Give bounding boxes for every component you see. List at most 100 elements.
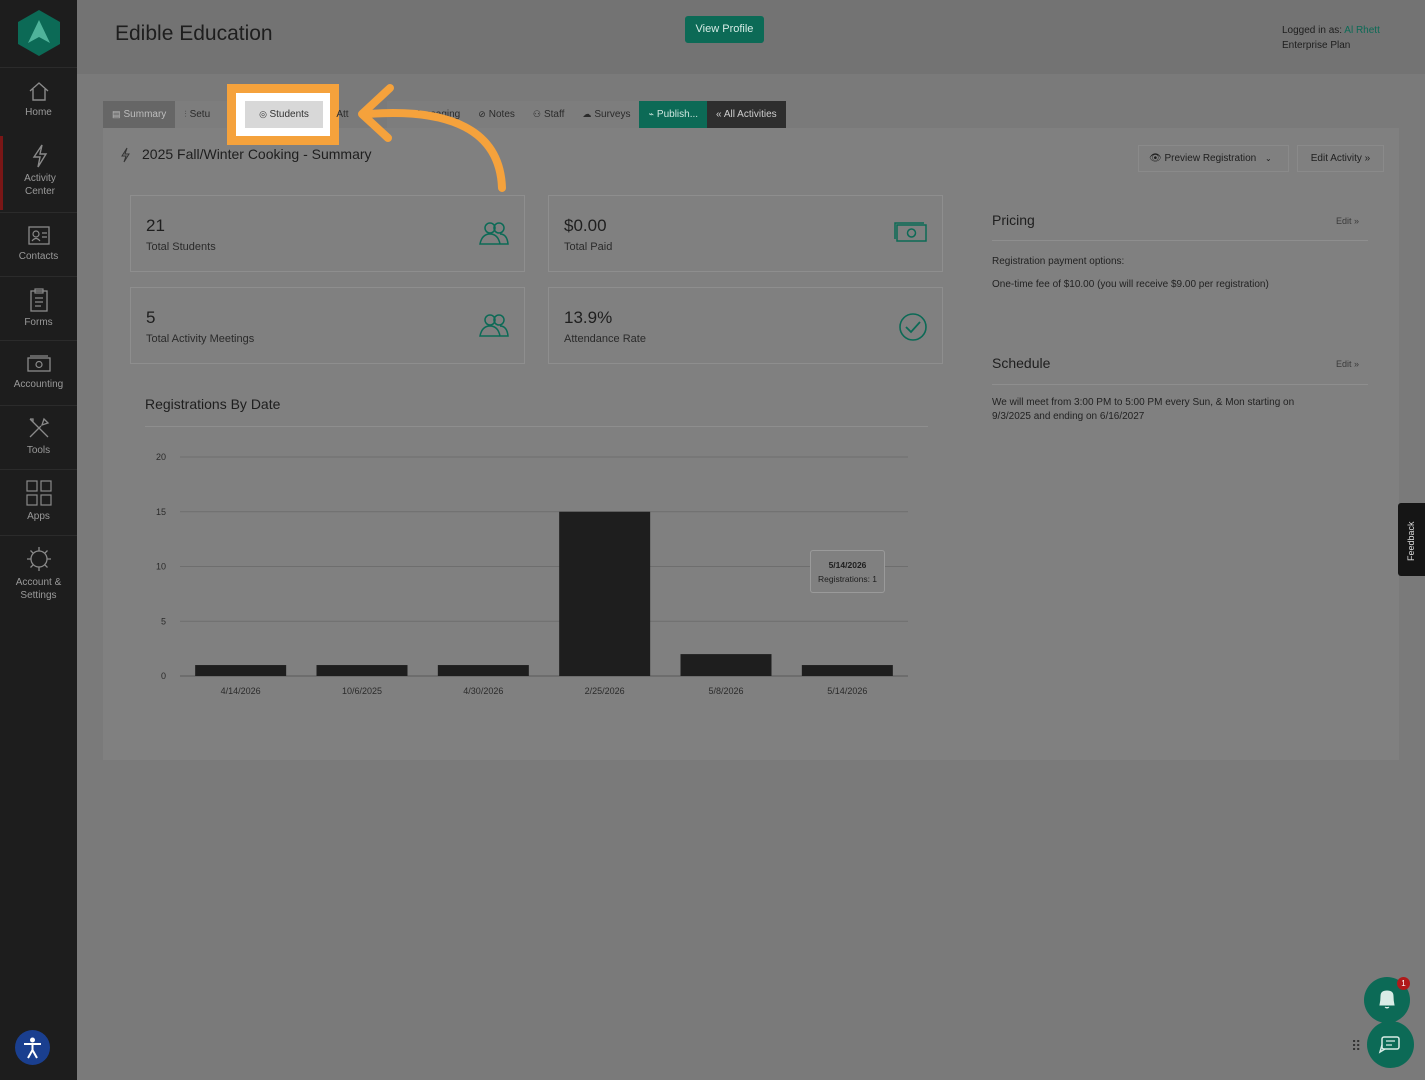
y-tick-label: 0 [161, 671, 166, 681]
logo-icon[interactable] [18, 10, 60, 56]
divider [992, 240, 1368, 241]
stat-card: 21 Total Students [130, 195, 525, 272]
bolt-icon [121, 147, 130, 163]
tools-icon [29, 417, 49, 438]
registrations-chart: 0 5 10 15 20 4/14/2026 10/6/2025 4/30/2026 2/25/… [156, 452, 908, 696]
pricing-title: Pricing [992, 212, 1035, 228]
surveys-icon: ☁ [582, 109, 592, 119]
y-tick-label: 10 [156, 562, 166, 572]
stat-value: 21 [146, 216, 165, 235]
sidebar-item-forms[interactable]: Forms [0, 288, 77, 329]
stat-value: 5 [146, 308, 156, 327]
arrow-annotation-icon [358, 84, 506, 192]
edit-activity-button[interactable]: Edit Activity » [1297, 145, 1384, 172]
chart-bar[interactable] [559, 511, 651, 676]
tab-summary[interactable]: ▤ Summary [103, 101, 176, 128]
tab-setup[interactable]: ⫶ Setu [175, 101, 228, 128]
pricing-edit-link[interactable]: Edit » [1336, 216, 1359, 226]
chart-bar[interactable] [801, 665, 893, 676]
x-tick-label: 4/14/2026 [221, 686, 261, 696]
stat-label: Total Activity Meetings [146, 333, 255, 345]
drag-handle-icon[interactable]: ⠿ [1351, 1038, 1361, 1055]
tab-students[interactable]: ◎ Students [245, 101, 323, 128]
sidebar-item-accounting[interactable]: Accounting [0, 354, 77, 391]
chart-bar[interactable] [680, 654, 772, 676]
chat-button[interactable] [1367, 1021, 1414, 1068]
setup-icon: ⫶ [184, 109, 187, 119]
home-icon [29, 82, 48, 101]
y-tick-label: 15 [156, 507, 166, 517]
sidebar-item-label: Apps [27, 511, 50, 522]
schedule-line-1: We will meet from 3:00 PM to 5:00 PM eve… [992, 397, 1295, 408]
activity-title: 2025 Fall/Winter Cooking - Summary [142, 146, 372, 162]
chart-bar[interactable] [195, 665, 287, 676]
x-tick-label: 5/14/2026 [827, 686, 867, 696]
chart-bar[interactable] [437, 665, 529, 676]
accessibility-button[interactable] [15, 1030, 50, 1065]
y-tick-label: 5 [161, 616, 166, 626]
chart-title: Registrations By Date [145, 396, 281, 412]
sidebar-item-activity-center[interactable]: Activity Center [0, 136, 77, 210]
divider [0, 212, 77, 213]
logged-in-label: Logged in as: [1282, 25, 1345, 36]
sidebar-item-label: Home [25, 107, 52, 118]
tab-label: Surveys [594, 109, 631, 120]
sidebar: Home Activity Center Contacts Forms Acco… [0, 0, 77, 1080]
divider [0, 67, 77, 68]
students-icon: ◎ [259, 109, 270, 119]
chart-bar[interactable] [316, 665, 408, 676]
tab-all-activities[interactable]: « All Activities [707, 101, 786, 128]
sidebar-item-account-settings[interactable]: Account & Settings [0, 546, 77, 602]
x-tick-label: 10/6/2025 [342, 686, 382, 696]
tab-surveys[interactable]: ☁ Surveys [573, 101, 640, 128]
view-profile-button[interactable]: View Profile [685, 16, 764, 43]
sidebar-item-home[interactable]: Home [0, 80, 77, 119]
chevron-down-icon: ⌄ [1264, 154, 1272, 163]
chart-tooltip: 5/14/2026 Registrations: 1 [810, 550, 885, 593]
stat-value: 13.9% [564, 308, 613, 327]
sidebar-item-label: Activity Center [24, 173, 56, 197]
sidebar-item-contacts[interactable]: Contacts [0, 224, 77, 263]
summary-icon: ▤ [112, 109, 121, 119]
fee-text: One-time fee of $10.00 (you will receive… [992, 279, 1269, 290]
sidebar-item-apps[interactable]: Apps [0, 480, 77, 523]
tab-label: « All Activities [716, 109, 777, 120]
money-icon [894, 222, 927, 242]
schedule-edit-link[interactable]: Edit » [1336, 359, 1359, 369]
stat-value: $0.00 [564, 216, 607, 235]
eye-icon: 👁 [1149, 153, 1162, 164]
tab-label: Summary [123, 109, 167, 120]
sidebar-item-tools[interactable]: Tools [0, 416, 77, 457]
grid-icon [25, 480, 52, 506]
divider [992, 384, 1368, 385]
tooltip-date: 5/14/2026 [828, 560, 867, 570]
plan-label: Enterprise Plan [1282, 40, 1351, 51]
users-icon [479, 314, 509, 337]
sidebar-item-label: Accounting [13, 379, 64, 390]
tab-label: Staff [543, 109, 565, 120]
notification-badge: 1 [1397, 977, 1410, 990]
check-circle-icon [899, 313, 927, 341]
preview-registration-button[interactable]: 👁 Preview Registration ⌄ [1138, 145, 1289, 172]
tab-label: Setu [189, 109, 211, 120]
payment-options-label: Registration payment options: [992, 256, 1125, 267]
gear-icon [26, 547, 51, 571]
feedback-tab[interactable]: Feedback [1398, 503, 1425, 576]
sidebar-item-label: Contacts [18, 251, 59, 262]
user-link[interactable]: Al Rhett [1344, 25, 1380, 36]
divider [145, 426, 928, 427]
tab-label: Publish... [656, 109, 699, 120]
bolt-icon [32, 144, 48, 168]
clipboard-icon [29, 288, 48, 312]
schedule-line-2: 9/3/2025 and ending on 6/16/2027 [992, 411, 1145, 422]
tab-publish[interactable]: ⌁ Publish... [639, 101, 708, 128]
sidebar-item-label: Tools [26, 445, 51, 456]
tab-staff[interactable]: ⚇ Staff [523, 101, 574, 128]
stat-label: Attendance Rate [564, 333, 646, 345]
button-label: Preview Registration [1164, 153, 1257, 164]
stat-card: 5 Total Activity Meetings [130, 287, 525, 364]
tab-label: Att [336, 109, 349, 120]
page-title: Edible Education [115, 22, 273, 45]
feedback-label: Feedback [1406, 521, 1416, 561]
y-tick-label: 20 [156, 452, 166, 462]
